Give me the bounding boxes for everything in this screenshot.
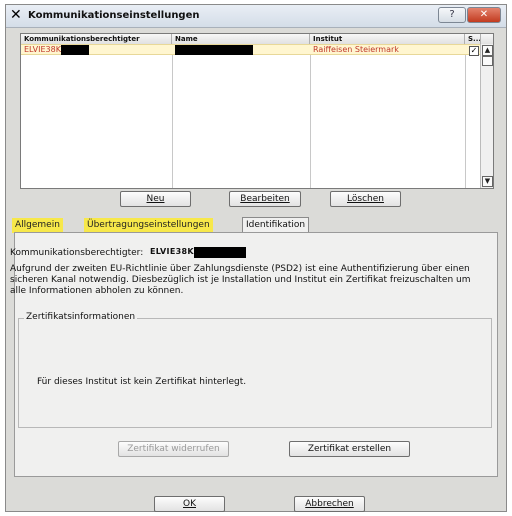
create-certificate-button[interactable]: Zertifikat erstellen — [289, 441, 410, 457]
window-title: Kommunikationseinstellungen — [28, 10, 200, 21]
scroll-down-icon[interactable]: ▼ — [482, 176, 493, 187]
close-button[interactable]: ✕ — [467, 7, 501, 23]
certificate-group-title: Zertifikatsinformationen — [24, 312, 138, 322]
cancel-button[interactable]: Abbrechen — [294, 496, 365, 512]
berechtigter-label: Kommunikationsberechtigter: — [10, 248, 144, 258]
col-header-name[interactable]: Name — [172, 34, 310, 44]
berechtigter-text: ELVIE38K — [24, 45, 61, 54]
column-divider — [465, 44, 466, 188]
delete-button[interactable]: Löschen — [330, 191, 401, 207]
certificate-group — [18, 318, 492, 428]
column-divider — [172, 44, 173, 188]
column-divider — [310, 44, 311, 188]
redaction-bar — [175, 45, 253, 55]
ok-button-label: OK — [183, 499, 196, 509]
col-header-status[interactable]: S... — [465, 34, 481, 44]
new-button[interactable]: Neu — [120, 191, 191, 207]
scroll-up-icon[interactable]: ▲ — [482, 45, 493, 56]
psd2-description: Aufgrund der zweiten EU-Richtlinie über … — [10, 264, 471, 296]
row-checkbox[interactable]: ✓ — [469, 46, 479, 56]
certificate-message: Für dieses Institut ist kein Zertifikat … — [37, 377, 247, 387]
berechtigter-value: ELVIE38K — [150, 247, 246, 258]
help-button[interactable]: ? — [438, 7, 466, 23]
berechtigter-value-text: ELVIE38K — [150, 247, 194, 256]
ok-button[interactable]: OK — [154, 496, 225, 512]
cell-berechtigter: ELVIE38K — [21, 45, 172, 55]
col-header-institut[interactable]: Institut — [310, 34, 465, 44]
scroll-thumb[interactable] — [482, 56, 493, 66]
edit-button-label: Bearbeiten — [240, 194, 290, 204]
edit-button[interactable]: Bearbeiten — [229, 191, 301, 207]
cell-institut: Raiffeisen Steiermark — [313, 45, 399, 54]
communication-list[interactable]: Kommunikationsberechtigter Name Institut… — [20, 33, 494, 189]
redaction-bar — [60, 45, 89, 55]
delete-button-label: Löschen — [347, 194, 384, 204]
cell-name — [172, 45, 310, 55]
revoke-certificate-button[interactable]: Zertifikat widerrufen — [118, 441, 229, 457]
col-header-berechtigter[interactable]: Kommunikationsberechtigter — [21, 34, 172, 44]
app-icon: ✕ — [10, 8, 24, 22]
new-button-label: Neu — [146, 194, 165, 204]
tab-allgemein[interactable]: Allgemein — [12, 218, 63, 233]
cancel-button-label: Abbrechen — [305, 499, 354, 509]
vertical-scrollbar[interactable]: ▲ ▼ — [480, 44, 493, 188]
tab-identifikation[interactable]: Identifikation — [242, 217, 310, 233]
tab-uebertragung[interactable]: Übertragungseinstellungen — [84, 218, 213, 233]
title-bar: ✕ Kommunikationseinstellungen ? ✕ — [6, 5, 506, 28]
redaction-bar — [193, 247, 246, 258]
table-row[interactable]: ELVIE38K Raiffeisen Steiermark ✓ — [21, 44, 481, 56]
